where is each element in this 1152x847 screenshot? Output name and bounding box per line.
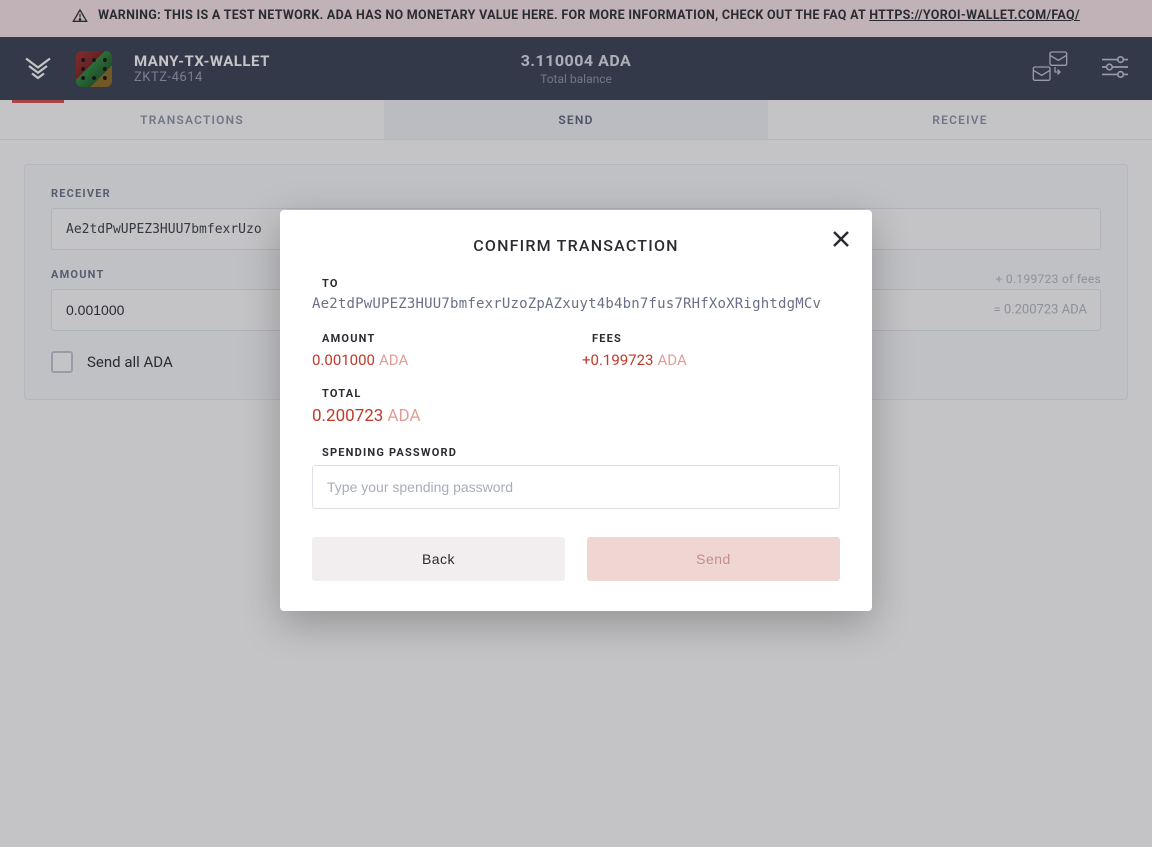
modal-close-button[interactable] bbox=[832, 228, 850, 254]
modal-amount-unit: ADA bbox=[379, 351, 408, 369]
modal-fees-value: +0.199723ADA bbox=[582, 351, 782, 369]
modal-fees-label: FEES bbox=[592, 332, 782, 345]
modal-total-unit: ADA bbox=[387, 406, 420, 426]
confirm-transaction-modal: CONFIRM TRANSACTION TO Ae2tdPwUPEZ3HUU7b… bbox=[280, 210, 872, 611]
modal-amount-value: 0.001000ADA bbox=[312, 351, 512, 369]
modal-fees-unit: ADA bbox=[657, 351, 686, 369]
modal-amount-label: AMOUNT bbox=[322, 332, 512, 345]
close-icon bbox=[832, 228, 850, 253]
modal-total-label: TOTAL bbox=[322, 387, 840, 400]
spending-password-input[interactable] bbox=[312, 465, 840, 509]
modal-amount-number: 0.001000 bbox=[312, 351, 375, 369]
back-button[interactable]: Back bbox=[312, 537, 565, 581]
send-button[interactable]: Send bbox=[587, 537, 840, 581]
modal-title: CONFIRM TRANSACTION bbox=[310, 236, 842, 255]
modal-total-value: 0.200723ADA bbox=[312, 406, 840, 426]
modal-fees-number: +0.199723 bbox=[582, 351, 653, 369]
modal-total-number: 0.200723 bbox=[312, 406, 383, 426]
modal-to-label: TO bbox=[322, 277, 840, 290]
modal-to-address: Ae2tdPwUPEZ3HUU7bmfexrUzoZpAZxuyt4b4bn7f… bbox=[312, 296, 840, 312]
spending-password-label: SPENDING PASSWORD bbox=[322, 446, 840, 459]
modal-overlay: CONFIRM TRANSACTION TO Ae2tdPwUPEZ3HUU7b… bbox=[0, 0, 1152, 847]
